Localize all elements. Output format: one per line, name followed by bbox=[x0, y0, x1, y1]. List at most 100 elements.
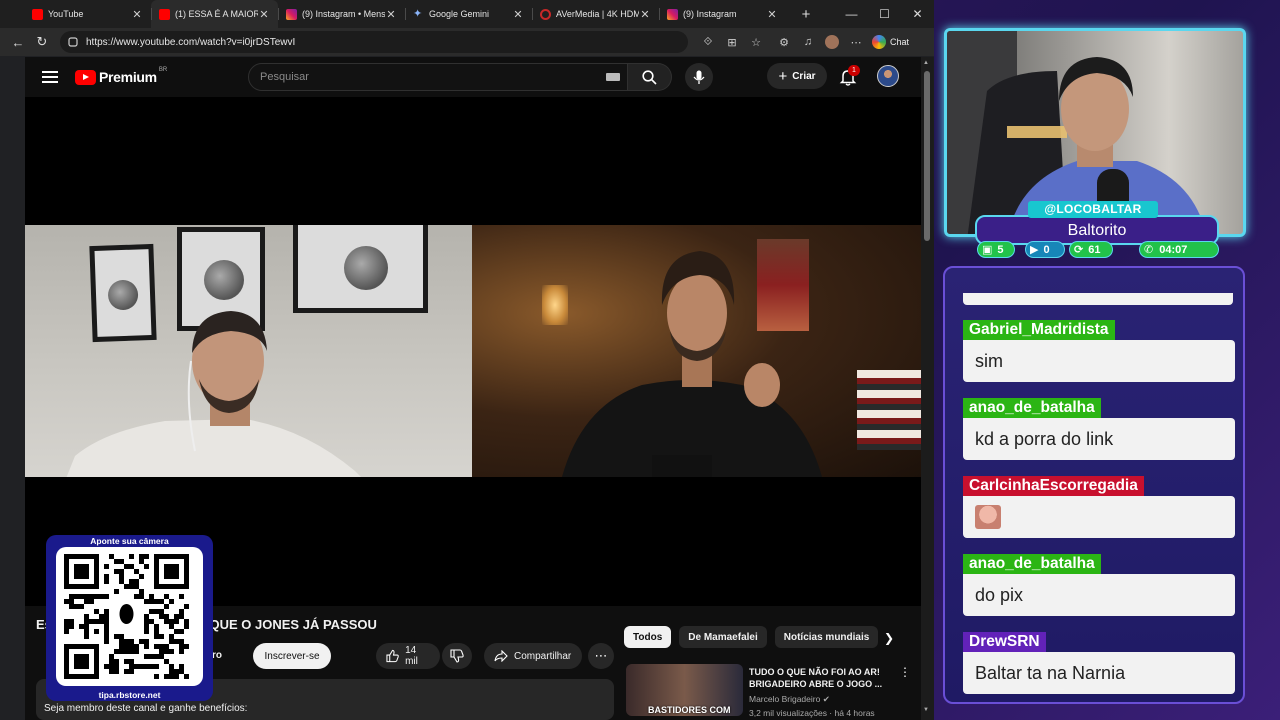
youtube-logo[interactable]: Premium BR bbox=[75, 67, 168, 85]
page-scrollbar[interactable]: ▲ ▼ bbox=[921, 57, 934, 720]
tab-title: AVerMedia | 4K HDMI bbox=[556, 9, 639, 19]
close-tab-icon[interactable]: ✕ bbox=[385, 8, 397, 21]
chat-username: anao_de_batalha bbox=[963, 398, 1101, 418]
close-tab-icon[interactable]: ✕ bbox=[766, 8, 778, 21]
video-thumbnail[interactable]: BASTIDORES COM bbox=[626, 664, 743, 716]
address-toolbar: ← ↻ https://www.youtube.com/watch?v=i0jr… bbox=[0, 28, 934, 56]
share-icon bbox=[494, 650, 508, 662]
avermedia-icon bbox=[540, 8, 551, 20]
maximize-button[interactable]: ☐ bbox=[868, 0, 901, 28]
qr-caption-top: Aponte sua câmera bbox=[90, 536, 169, 546]
tab-title: Google Gemini bbox=[429, 9, 490, 19]
tab-instagram-messages[interactable]: (9) Instagram • Mensag ✕ bbox=[278, 0, 405, 28]
chat-count-badge: ▣ 5 bbox=[977, 241, 1015, 258]
account-avatar[interactable] bbox=[877, 65, 899, 87]
chat-username: CarlcinhaEscorregadia bbox=[963, 476, 1144, 496]
chat-username: Gabriel_Madridista bbox=[963, 320, 1115, 340]
close-tab-icon[interactable]: ✕ bbox=[131, 8, 143, 21]
profile-avatar[interactable] bbox=[820, 30, 844, 54]
stream-chat: Gabriel_Madridista sim anao_de_batalha k… bbox=[943, 266, 1245, 704]
subscribe-button[interactable]: Inscrever-se bbox=[253, 643, 331, 669]
dislike-button[interactable] bbox=[442, 643, 472, 669]
more-actions-icon[interactable]: ⋯ bbox=[588, 643, 614, 669]
app-install-icon[interactable]: ⊞ bbox=[720, 30, 744, 54]
search-placeholder: Pesquisar bbox=[260, 71, 309, 83]
chip-world-news[interactable]: Notícias mundiais bbox=[774, 626, 879, 648]
recommended-title[interactable]: TUDO O QUE NÃO FOI AO AR! BRIGADEIRO ABR… bbox=[749, 666, 889, 690]
guest-person bbox=[66, 311, 361, 477]
recommendation-chips: Todos De Mamaefalei Notícias mundiais bbox=[624, 626, 879, 648]
video-player[interactable] bbox=[25, 97, 921, 606]
reload-button[interactable]: ↻ bbox=[30, 30, 54, 54]
window-controls: — ☐ ✕ bbox=[835, 0, 934, 28]
notifications-button[interactable]: 1 bbox=[838, 65, 860, 87]
tab-title: (9) Instagram • Mensag bbox=[302, 9, 385, 19]
close-tab-icon[interactable]: ✕ bbox=[258, 8, 270, 21]
menu-icon[interactable] bbox=[42, 71, 58, 83]
tab-youtube[interactable]: YouTube ✕ bbox=[24, 0, 151, 28]
site-info-icon[interactable] bbox=[68, 37, 78, 47]
recommended-channel[interactable]: Marcelo Brigadeiro ✔ bbox=[749, 694, 830, 705]
logo-region: BR bbox=[158, 67, 168, 73]
chip-all[interactable]: Todos bbox=[624, 626, 672, 648]
chat-text: sim bbox=[963, 340, 1235, 382]
chevron-right-icon[interactable]: ❯ bbox=[884, 631, 894, 645]
favorite-star-icon[interactable]: ☆ bbox=[744, 30, 768, 54]
emote-image bbox=[975, 505, 1001, 529]
chat-username: anao_de_batalha bbox=[963, 554, 1101, 574]
thumbs-up-icon bbox=[386, 649, 399, 663]
media-icon[interactable]: ♫ bbox=[796, 30, 820, 54]
create-label: Criar bbox=[792, 70, 816, 82]
create-button[interactable]: + Criar bbox=[767, 63, 827, 89]
close-tab-icon[interactable]: ✕ bbox=[512, 8, 524, 21]
scroll-down-icon[interactable]: ▼ bbox=[923, 707, 929, 713]
share-button[interactable]: Compartilhar bbox=[484, 643, 582, 669]
back-button[interactable]: ← bbox=[6, 30, 30, 54]
close-window-button[interactable]: ✕ bbox=[901, 0, 934, 28]
youtube-icon bbox=[32, 8, 43, 20]
plus-icon: + bbox=[778, 67, 788, 85]
instagram-icon bbox=[286, 8, 297, 20]
copilot-chat-button[interactable]: Chat bbox=[872, 35, 909, 49]
more-vert-icon[interactable]: ⋮ bbox=[899, 665, 911, 679]
tab-video[interactable]: (1) ESSA É A MAIOR VER ✕ bbox=[151, 0, 278, 28]
chip-channel[interactable]: De Mamaefalei bbox=[679, 626, 767, 648]
chat-text: do pix bbox=[963, 574, 1235, 616]
qr-code-image bbox=[64, 554, 189, 679]
recommended-meta: 3,2 mil visualizações · há 4 horas bbox=[749, 708, 875, 718]
keyboard-icon[interactable] bbox=[606, 73, 620, 81]
scrollbar-thumb[interactable] bbox=[924, 71, 930, 241]
voice-search-button[interactable] bbox=[685, 63, 713, 91]
search-icon bbox=[642, 69, 657, 85]
gemini-icon: ✦ bbox=[413, 7, 423, 20]
loop-icon: ⟳ bbox=[1074, 244, 1084, 256]
minimize-button[interactable]: — bbox=[835, 0, 868, 28]
more-menu-icon[interactable]: ⋯ bbox=[844, 30, 868, 54]
video-frame-left bbox=[25, 225, 472, 477]
chat-label: Chat bbox=[890, 37, 910, 47]
tab-avermedia[interactable]: AVerMedia | 4K HDMI ✕ bbox=[532, 0, 659, 28]
tab-instagram[interactable]: (9) Instagram ✕ bbox=[659, 0, 786, 28]
youtube-icon: ▶ bbox=[1030, 244, 1039, 256]
translate-icon[interactable]: ⟐ bbox=[696, 30, 720, 54]
verified-icon: ✔ bbox=[822, 694, 830, 704]
like-button[interactable]: 14 mil bbox=[376, 643, 440, 669]
url-text: https://www.youtube.com/watch?v=i0jrDSTe… bbox=[86, 36, 296, 48]
search-button[interactable] bbox=[628, 63, 672, 91]
chat-text: kd a porra do link bbox=[963, 418, 1235, 460]
scroll-up-icon[interactable]: ▲ bbox=[923, 60, 929, 66]
tab-title: YouTube bbox=[48, 9, 84, 19]
whatsapp-icon: ✆ bbox=[1144, 244, 1154, 256]
extensions-icon[interactable]: ⚙ bbox=[772, 30, 796, 54]
new-tab-button[interactable]: + bbox=[794, 6, 818, 23]
thumbnail-text: BASTIDORES COM bbox=[648, 705, 731, 715]
close-tab-icon[interactable]: ✕ bbox=[639, 8, 651, 21]
logo-text: Premium bbox=[99, 69, 157, 85]
search-input[interactable]: Pesquisar bbox=[248, 63, 628, 91]
address-bar[interactable]: https://www.youtube.com/watch?v=i0jrDSTe… bbox=[60, 31, 688, 53]
qr-code-overlay: Aponte sua câmera tipa.rbstore.net bbox=[46, 535, 213, 701]
notification-badge: 1 bbox=[848, 65, 860, 76]
chat-bubble-icon: ▣ bbox=[982, 244, 993, 256]
tab-gemini[interactable]: ✦ Google Gemini ✕ bbox=[405, 0, 532, 28]
qr-code bbox=[56, 547, 203, 686]
